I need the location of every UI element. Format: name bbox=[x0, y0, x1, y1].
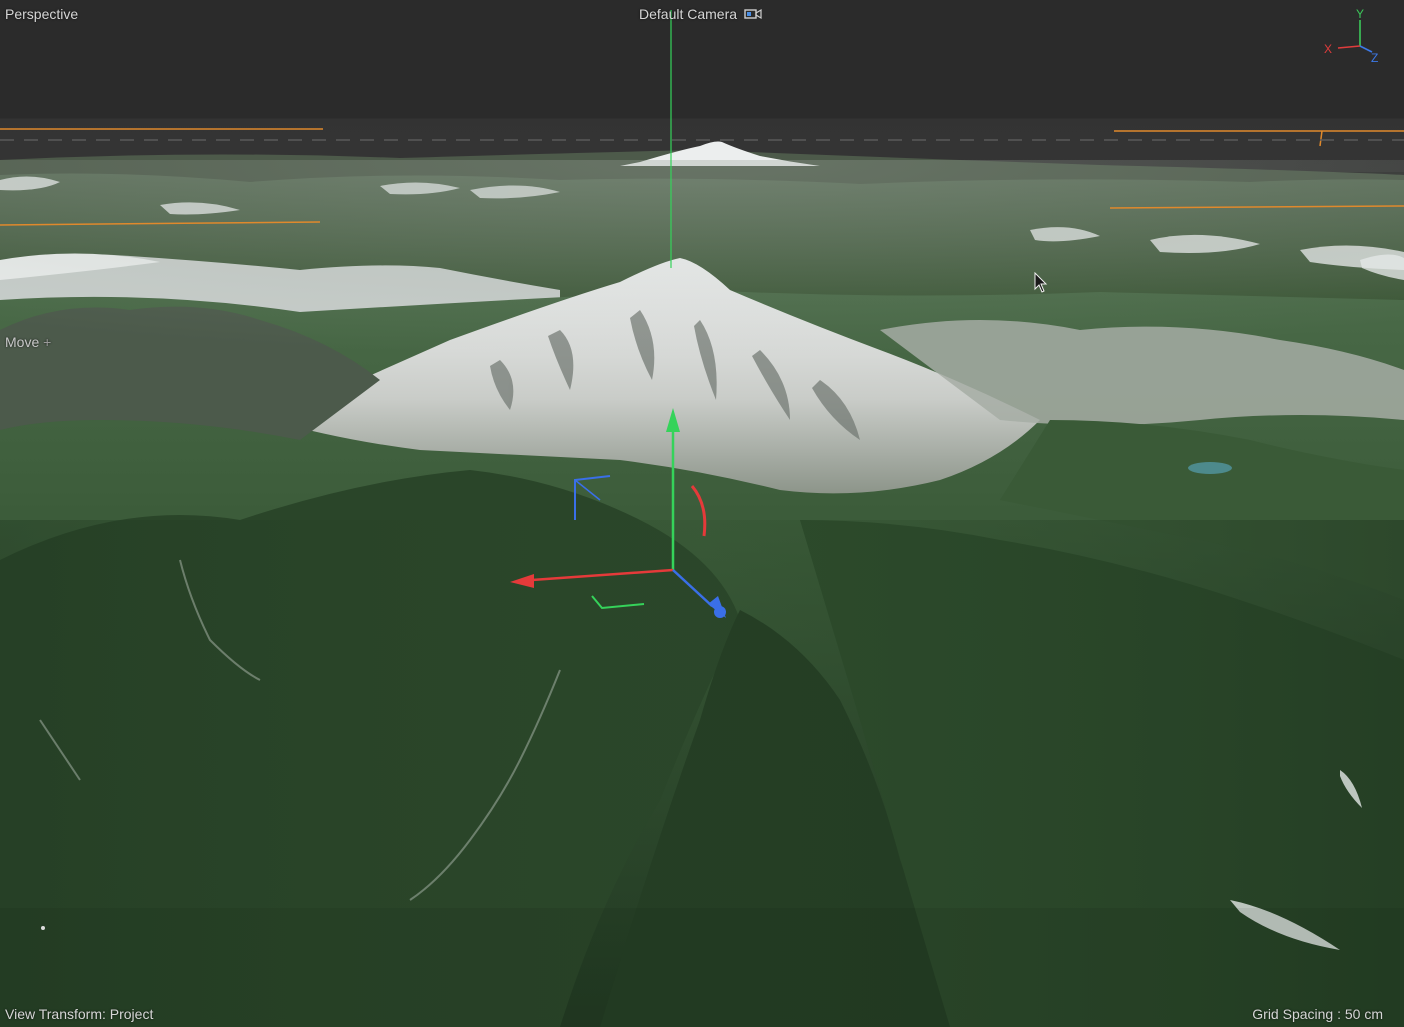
camera-name-label[interactable]: Default Camera bbox=[639, 6, 737, 22]
alpine-lake bbox=[1188, 462, 1232, 474]
tool-hint-label: Move + bbox=[5, 334, 51, 350]
move-plus-icon: + bbox=[39, 334, 52, 350]
origin-marker bbox=[41, 926, 45, 930]
grid-spacing-label: Grid Spacing : 50 cm bbox=[1252, 1006, 1383, 1022]
axis-orientation-indicator: Y X Z bbox=[1324, 7, 1378, 65]
view-transform-label: View Transform: Project bbox=[5, 1006, 154, 1022]
view-mode-label[interactable]: Perspective bbox=[5, 6, 78, 22]
mouse-pointer-icon bbox=[1034, 272, 1048, 293]
move-label-text: Move bbox=[5, 334, 40, 350]
camera-icon[interactable] bbox=[744, 7, 762, 21]
terrain-render bbox=[0, 10, 1404, 1027]
3d-viewport[interactable]: Perspective Default Camera Y X Z Move + … bbox=[0, 0, 1404, 1027]
viewport-bottom-band bbox=[0, 908, 1404, 1027]
axis-x-label: X bbox=[1324, 42, 1332, 56]
axis-y-label: Y bbox=[1356, 7, 1364, 21]
axis-z-label: Z bbox=[1371, 51, 1378, 65]
